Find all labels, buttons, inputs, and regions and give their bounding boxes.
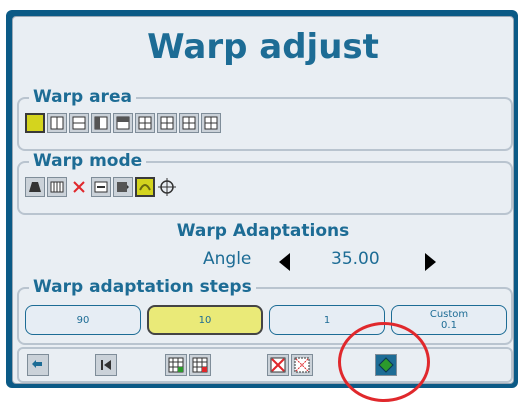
step-1-label: 1	[323, 314, 331, 326]
step-10-button[interactable]: 10	[147, 305, 263, 335]
back-icon[interactable]	[27, 354, 49, 376]
stretch-icon[interactable]	[91, 177, 111, 197]
warp-steps-group: Warp adaptation steps 90 10 1 Custom 0.1	[17, 277, 513, 345]
keystone-icon[interactable]	[25, 177, 45, 197]
angle-decrease-arrow-icon[interactable]	[279, 253, 290, 271]
split-horizontal-2-icon[interactable]	[69, 113, 89, 133]
curve-icon[interactable]	[135, 177, 155, 197]
annotation-circle	[338, 322, 430, 402]
warp-area-icon-row	[25, 113, 221, 133]
angle-value: 35.00	[331, 249, 380, 269]
grid-remove-icon[interactable]	[189, 354, 211, 376]
step-custom-value: 0.1	[441, 320, 457, 331]
warp-area-label: Warp area	[29, 87, 136, 107]
steps-button-row: 90 10 1 Custom 0.1	[25, 305, 507, 335]
step-10-label: 10	[198, 314, 212, 326]
page-title: Warp adjust	[147, 27, 379, 67]
warp-mode-label: Warp mode	[29, 151, 147, 171]
step-90-button[interactable]: 90	[25, 305, 141, 335]
grid-add-icon[interactable]	[165, 354, 187, 376]
angle-control: Angle 35.00	[13, 249, 513, 273]
quad-grid-icon[interactable]	[135, 113, 155, 133]
warp-adaptations-title: Warp Adaptations	[176, 221, 350, 241]
grid-cross-dotted-icon[interactable]	[291, 354, 313, 376]
quad-grid-icon[interactable]	[179, 113, 199, 133]
angle-increase-arrow-icon[interactable]	[425, 253, 436, 271]
angle-label: Angle	[203, 249, 252, 269]
split-left-icon[interactable]	[91, 113, 111, 133]
full-area-icon[interactable]	[25, 113, 45, 133]
warp-mode-icon-row	[25, 177, 177, 197]
bars-icon[interactable]	[47, 177, 67, 197]
cross-icon[interactable]	[69, 177, 89, 197]
quad-grid-icon[interactable]	[201, 113, 221, 133]
warp-steps-label: Warp adaptation steps	[29, 277, 256, 297]
step-custom-label: Custom	[429, 309, 469, 320]
crosshair-icon[interactable]	[157, 177, 177, 197]
split-top-icon[interactable]	[113, 113, 133, 133]
warp-mode-group: Warp mode	[17, 151, 513, 215]
quad-grid-icon[interactable]	[157, 113, 177, 133]
skip-start-icon[interactable]	[95, 354, 117, 376]
split-vertical-2-icon[interactable]	[47, 113, 67, 133]
warp-adjust-panel: Warp adjust Warp area Warp mode Warp Ada…	[12, 16, 514, 384]
arrow-box-icon[interactable]	[113, 177, 133, 197]
warp-area-group: Warp area	[17, 87, 513, 151]
step-90-label: 90	[76, 314, 90, 326]
bottom-toolbar	[17, 347, 513, 383]
grid-cross-icon[interactable]	[267, 354, 289, 376]
